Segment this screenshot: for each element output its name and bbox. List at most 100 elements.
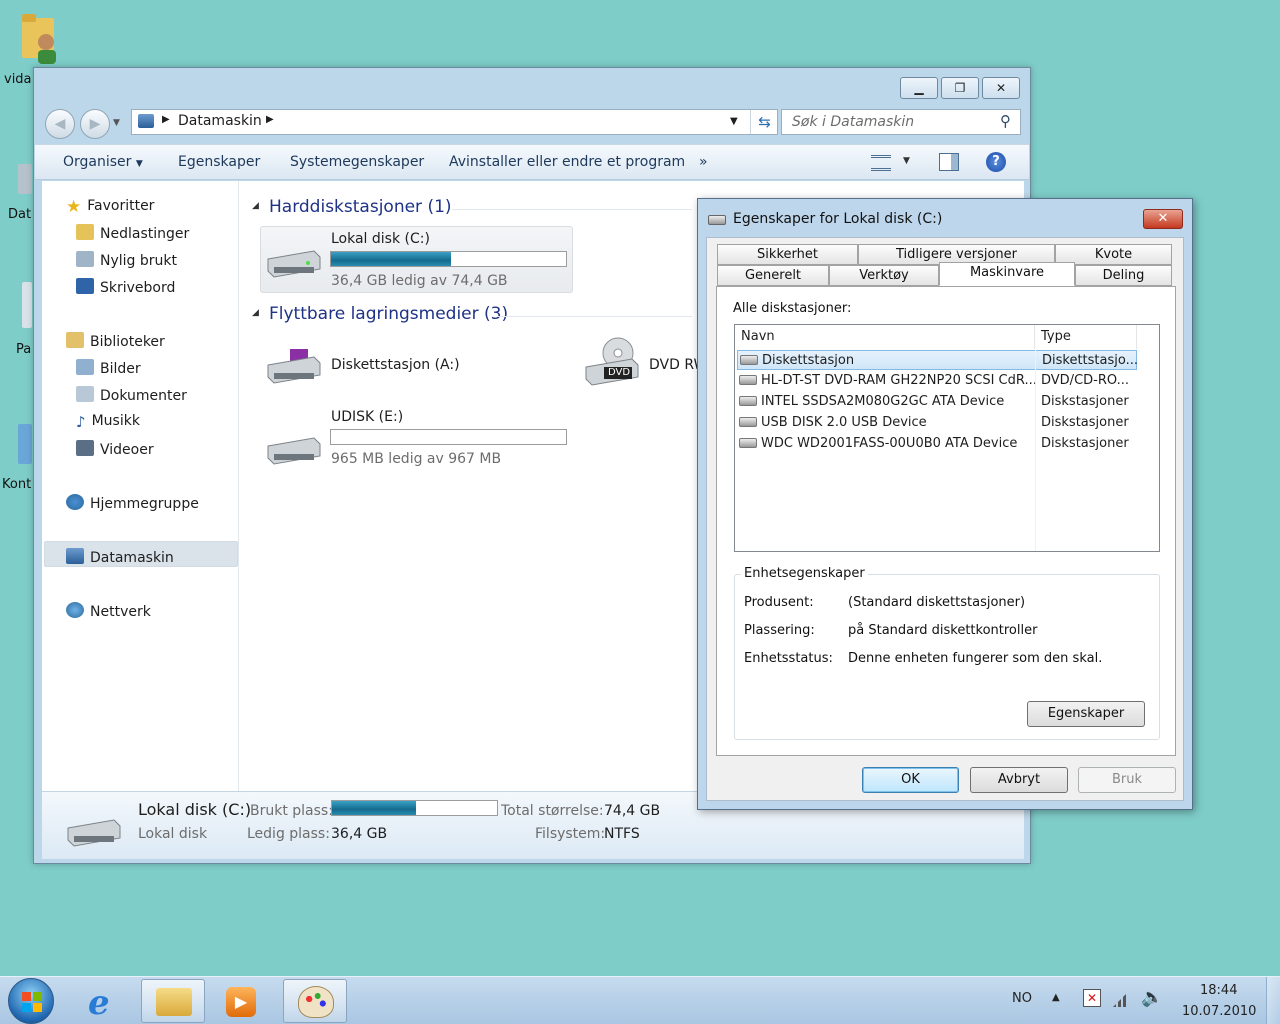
help-icon[interactable]: ?	[986, 152, 1006, 172]
view-dropdown-icon[interactable]: ▼	[903, 156, 910, 166]
taskbar: e ▶ NO ▲ ✕ 🔈 18:44 10.07.2010	[0, 976, 1280, 1024]
tab-security[interactable]: Sikkerhet	[717, 244, 858, 265]
search-icon[interactable]: ⚲	[1000, 112, 1011, 130]
desktop-computer-icon[interactable]	[18, 164, 32, 194]
nav-desktop[interactable]: Skrivebord	[76, 278, 175, 296]
tab-sharing[interactable]: Deling	[1075, 265, 1172, 286]
hard-drive-icon	[64, 818, 122, 848]
refresh-icon[interactable]: ⇆	[750, 110, 778, 134]
uninstall-button[interactable]: Avinstaller eller endre et program	[449, 154, 685, 170]
clock-date[interactable]: 10.07.2010	[1182, 1004, 1256, 1019]
nav-recent[interactable]: Nylig brukt	[76, 251, 177, 269]
device-properties-legend: Enhetsegenskaper	[741, 566, 868, 581]
address-bar[interactable]: ▶ Datamaskin ▶ ▼ ⇆	[131, 109, 778, 135]
homegroup-icon	[66, 494, 84, 510]
close-button[interactable]: ✕	[982, 77, 1020, 99]
drive-dvd-name[interactable]: DVD RW	[649, 357, 699, 373]
taskbar-internet-explorer[interactable]: e	[74, 979, 138, 1023]
drive-e-free: 965 MB ledig av 967 MB	[331, 451, 502, 467]
clock-time[interactable]: 18:44	[1200, 983, 1237, 998]
paint-icon	[298, 986, 334, 1018]
drive-title-icon	[708, 215, 726, 225]
drive-e-name[interactable]: UDISK (E:)	[331, 409, 403, 425]
drive-list[interactable]: Navn Type Diskettstasjon Diskettstasjo..…	[734, 324, 1160, 552]
system-properties-button[interactable]: Systemegenskaper	[290, 154, 424, 170]
details-name: Lokal disk (C:)	[138, 800, 252, 819]
column-header-name[interactable]: Navn	[735, 325, 1035, 349]
taskbar-media-player[interactable]: ▶	[208, 979, 272, 1023]
network-status-icon[interactable]	[1113, 989, 1131, 1007]
dialog-close-button[interactable]: ✕	[1143, 209, 1183, 229]
drive-c-name: Lokal disk (C:)	[331, 231, 430, 247]
apply-button[interactable]: Bruk	[1078, 767, 1176, 793]
show-desktop-button[interactable]	[1266, 977, 1280, 1024]
all-drives-label: Alle diskstasjoner:	[733, 301, 852, 316]
action-center-icon[interactable]: ✕	[1083, 989, 1101, 1007]
tab-tools[interactable]: Verktøy	[829, 265, 939, 286]
language-indicator[interactable]: NO	[1012, 991, 1032, 1006]
breadcrumb-chevron-icon[interactable]: ▶	[266, 114, 274, 125]
minimize-button[interactable]: ▁	[900, 77, 938, 99]
properties-button[interactable]: Egenskaper	[178, 154, 260, 170]
drive-a-name[interactable]: Diskettstasjon (A:)	[331, 357, 460, 373]
list-item[interactable]: USB DISK 2.0 USB Device Diskstasjoner	[737, 413, 1137, 433]
organize-button[interactable]: Organiser ▼	[63, 154, 143, 170]
group-divider	[452, 209, 692, 210]
details-total-value: 74,4 GB	[604, 803, 661, 819]
nav-pictures[interactable]: Bilder	[76, 359, 141, 377]
cancel-button[interactable]: Avbryt	[970, 767, 1068, 793]
nav-libraries[interactable]: Biblioteker	[66, 332, 165, 350]
tab-general[interactable]: Generelt	[717, 265, 829, 286]
maximize-button[interactable]: ❐	[941, 77, 979, 99]
nav-computer[interactable]: Datamaskin	[66, 548, 174, 566]
column-divider	[1035, 349, 1036, 551]
breadcrumb-datamaskin[interactable]: Datamaskin	[178, 113, 262, 129]
details-free-value: 36,4 GB	[331, 826, 388, 842]
computer-icon	[138, 114, 154, 128]
ok-button[interactable]: OK	[862, 767, 959, 793]
taskbar-paint[interactable]	[283, 979, 347, 1023]
command-bar: Organiser ▼ Egenskaper Systemegenskaper …	[35, 144, 1029, 180]
collapse-triangle-icon[interactable]: ◢	[252, 201, 259, 211]
nav-videos[interactable]: Videoer	[76, 440, 154, 458]
group-header-hard-drives[interactable]: Harddiskstasjoner (1)	[269, 197, 452, 217]
nav-documents[interactable]: Dokumenter	[76, 386, 187, 404]
desktop-icon	[76, 278, 94, 294]
forward-button[interactable]: ▶	[80, 109, 110, 139]
device-properties-button[interactable]: Egenskaper	[1027, 701, 1145, 727]
nav-network[interactable]: Nettverk	[66, 602, 151, 620]
group-divider	[497, 316, 692, 317]
address-dropdown-icon[interactable]: ▼	[730, 116, 738, 127]
status-label: Enhetsstatus:	[744, 651, 833, 666]
device-properties-group: Enhetsegenskaper Produsent: (Standard di…	[734, 566, 1160, 740]
volume-icon[interactable]: 🔈	[1141, 987, 1163, 1008]
view-options-icon[interactable]	[871, 155, 891, 171]
list-item[interactable]: INTEL SSDSA2M080G2GC ATA Device Diskstas…	[737, 392, 1137, 412]
breadcrumb-chevron-icon[interactable]: ▶	[162, 114, 170, 125]
nav-favorites[interactable]: ★ Favoritter	[66, 197, 154, 217]
list-item[interactable]: HL-DT-ST DVD-RAM GH22NP20 SCSI CdR... DV…	[737, 371, 1137, 391]
list-item[interactable]: WDC WD2001FASS-00U0B0 ATA Device Disksta…	[737, 434, 1137, 454]
tab-hardware[interactable]: Maskinvare	[939, 262, 1075, 286]
back-button[interactable]: ◀	[45, 109, 75, 139]
pictures-icon	[76, 359, 94, 375]
details-fs-label: Filsystem:	[535, 826, 606, 842]
collapse-triangle-icon[interactable]: ◢	[252, 308, 259, 318]
column-header-type[interactable]: Type	[1035, 325, 1137, 349]
list-item[interactable]: Diskettstasjon Diskettstasjo...	[737, 350, 1138, 370]
taskbar-explorer[interactable]	[141, 979, 205, 1023]
nav-music[interactable]: ♪ Musikk	[76, 413, 140, 431]
history-dropdown-icon[interactable]: ▼	[113, 118, 120, 128]
libraries-icon	[66, 332, 84, 348]
desktop-control-icon[interactable]	[18, 424, 32, 464]
show-hidden-icons[interactable]: ▲	[1052, 992, 1060, 1003]
start-button[interactable]	[8, 978, 54, 1024]
nav-downloads[interactable]: Nedlastinger	[76, 224, 189, 242]
search-input[interactable]: Søk i Datamaskin ⚲	[781, 109, 1021, 135]
desktop-recycle-icon[interactable]	[22, 282, 32, 328]
preview-pane-icon[interactable]	[939, 153, 959, 171]
nav-homegroup[interactable]: Hjemmegruppe	[66, 494, 199, 512]
group-header-removable[interactable]: Flyttbare lagringsmedier (3)	[269, 304, 508, 324]
desktop-folder-user-icon[interactable]	[18, 8, 62, 66]
more-button[interactable]: »	[699, 154, 708, 170]
